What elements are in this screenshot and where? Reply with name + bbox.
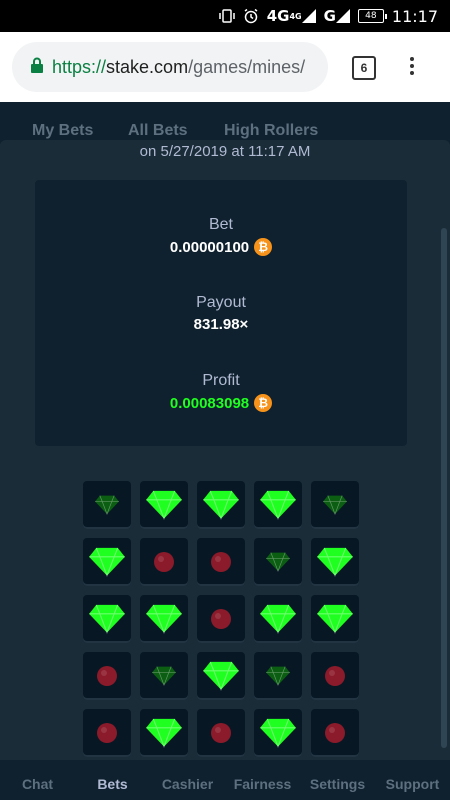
network-type: 4G 4G xyxy=(267,7,316,25)
nav-bets[interactable]: Bets xyxy=(75,760,150,800)
mines-tile xyxy=(254,709,302,757)
nav-settings[interactable]: Settings xyxy=(300,760,375,800)
mine-icon xyxy=(322,663,348,689)
vibrate-icon xyxy=(218,8,235,24)
bet-stat: Bet 0.00000100 ₿ xyxy=(35,216,407,256)
mines-tile xyxy=(311,595,359,643)
bitcoin-icon: ₿ xyxy=(254,394,273,412)
battery-level: 48 xyxy=(365,11,377,21)
mines-tile xyxy=(254,652,302,700)
bet-summary: Bet 0.00000100 ₿ Payout 831.98× Profit 0… xyxy=(35,180,407,446)
address-bar[interactable]: https://stake.com/games/mines/ xyxy=(12,42,328,92)
tab-count: 6 xyxy=(360,61,368,75)
mines-tile xyxy=(140,652,188,700)
gem-icon xyxy=(146,604,182,634)
mines-tile xyxy=(140,709,188,757)
tab-my-bets: My Bets xyxy=(32,122,94,139)
tab-switcher-button[interactable]: 6 xyxy=(352,56,376,80)
bet-amount: 0.00000100 xyxy=(169,238,250,256)
gem-icon xyxy=(89,547,125,577)
bet-date: on 5/27/2019 at 11:17 AM xyxy=(139,143,311,160)
mine-icon xyxy=(208,549,234,575)
bet-value: 0.00000100 ₿ xyxy=(35,238,407,256)
gem-icon xyxy=(317,547,353,577)
url-text: https://stake.com/games/mines/ xyxy=(52,56,306,77)
nav-support[interactable]: Support xyxy=(375,760,450,800)
mine-icon xyxy=(208,606,234,632)
mines-grid xyxy=(83,481,359,757)
mines-tile xyxy=(197,481,245,529)
gem-icon xyxy=(317,604,353,634)
profit-amount: 0.00083098 xyxy=(169,394,250,412)
mines-tile xyxy=(254,595,302,643)
mine-icon xyxy=(208,720,234,746)
mine-icon xyxy=(322,720,348,746)
payout-value: 831.98× xyxy=(193,316,249,333)
mines-tile xyxy=(311,652,359,700)
browser-menu-icon[interactable] xyxy=(410,54,414,78)
signal-icon xyxy=(301,9,316,23)
modal-scrollbar[interactable] xyxy=(441,228,447,748)
bottom-nav: Chat Bets Cashier Fairness Settings Supp… xyxy=(0,760,450,800)
profit-value: 0.00083098 ₿ xyxy=(35,394,407,412)
nav-fairness[interactable]: Fairness xyxy=(225,760,300,800)
signal-icon-2 xyxy=(335,9,350,23)
mines-tile xyxy=(311,481,359,529)
gem-icon xyxy=(89,604,125,634)
nav-cashier[interactable]: Cashier xyxy=(150,760,225,800)
mines-tile xyxy=(140,595,188,643)
clock: 11:17 xyxy=(391,6,438,26)
gem-icon xyxy=(266,552,290,572)
mines-tile xyxy=(83,652,131,700)
bet-details-modal: on 5/27/2019 at 11:17 AM Bet 0.00000100 … xyxy=(0,140,450,760)
gem-icon xyxy=(260,604,296,634)
mines-tile xyxy=(140,538,188,586)
mines-tile xyxy=(83,538,131,586)
gem-icon xyxy=(95,495,119,515)
profit-label: Profit xyxy=(202,372,240,389)
nav-chat[interactable]: Chat xyxy=(0,760,75,800)
mines-tile xyxy=(311,538,359,586)
payout-label: Payout xyxy=(196,294,246,311)
mine-icon xyxy=(94,663,120,689)
gem-icon xyxy=(260,490,296,520)
mine-icon xyxy=(151,549,177,575)
mines-tile xyxy=(254,538,302,586)
mines-tile xyxy=(83,709,131,757)
mines-tile xyxy=(197,538,245,586)
bet-label: Bet xyxy=(208,216,233,233)
status-bar: 4G 4G G 48 11:17 xyxy=(0,0,450,32)
browser-toolbar: https://stake.com/games/mines/ 6 xyxy=(0,32,450,102)
carrier-network: G xyxy=(324,7,350,25)
alarm-icon xyxy=(243,8,259,24)
mines-tile xyxy=(197,652,245,700)
gem-icon xyxy=(203,490,239,520)
mines-tile xyxy=(140,481,188,529)
mines-tile xyxy=(197,709,245,757)
mines-tile xyxy=(83,481,131,529)
gem-icon xyxy=(203,661,239,691)
gem-icon xyxy=(323,495,347,515)
profit-stat: Profit 0.00083098 ₿ xyxy=(35,372,407,412)
gem-icon xyxy=(146,490,182,520)
mines-tile xyxy=(197,595,245,643)
gem-icon xyxy=(266,666,290,686)
mines-tile xyxy=(83,595,131,643)
bitcoin-icon: ₿ xyxy=(254,238,273,256)
battery-icon: 48 xyxy=(357,9,387,23)
lock-icon xyxy=(30,57,44,78)
mines-tile xyxy=(311,709,359,757)
tab-high-rollers: High Rollers xyxy=(224,122,319,139)
gem-icon xyxy=(260,718,296,748)
payout-stat: Payout 831.98× xyxy=(35,294,407,333)
mine-icon xyxy=(94,720,120,746)
gem-icon xyxy=(146,718,182,748)
gem-icon xyxy=(152,666,176,686)
tab-all-bets: All Bets xyxy=(128,122,188,139)
battery-container: 48 xyxy=(357,9,387,23)
mines-tile xyxy=(254,481,302,529)
